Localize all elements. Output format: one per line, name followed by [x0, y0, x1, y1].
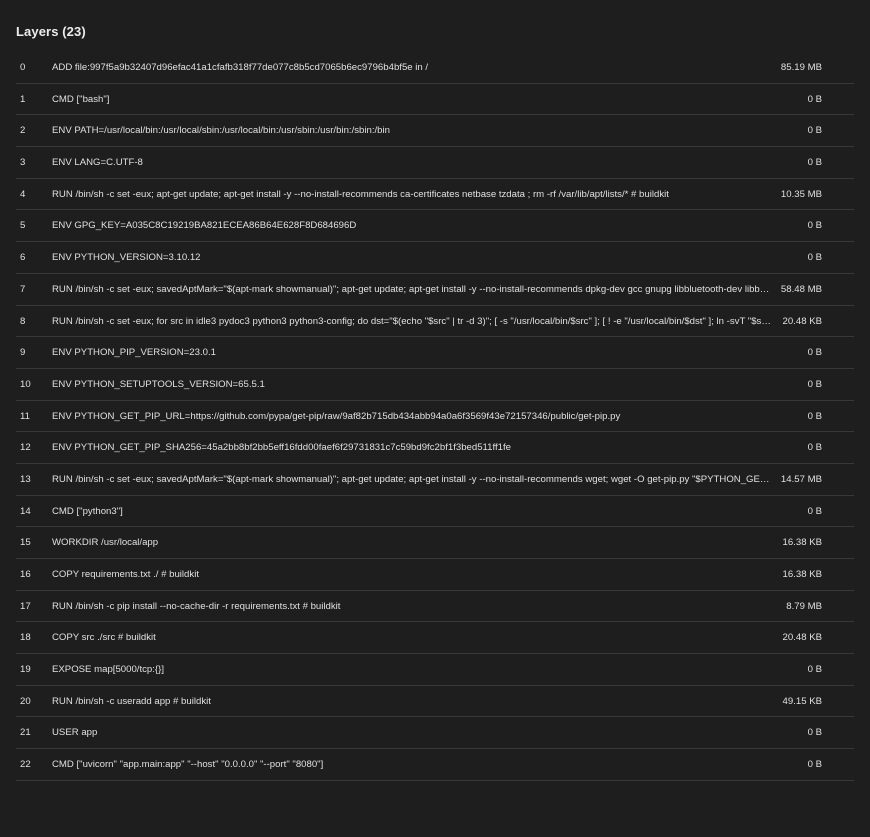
layer-row[interactable]: 12 ENV PYTHON_GET_PIP_SHA256=45a2bb8bf2bb… [16, 432, 854, 464]
layer-command: ENV LANG=C.UTF-8 [52, 157, 143, 169]
layer-index: 20 [20, 695, 31, 707]
layer-index: 1 [20, 93, 26, 105]
layer-row[interactable]: 5 ENV GPG_KEY=A035C8C19219BA821ECEA86B64E… [16, 210, 854, 243]
layer-command: ENV PYTHON_GET_PIP_URL=https://github.co… [52, 410, 621, 422]
layer-index: 12 [20, 442, 31, 454]
layer-index: 0 [20, 62, 26, 73]
layer-command: CMD ["python3"] [52, 505, 123, 517]
layer-row[interactable]: 18 COPY src ./src # buildkit 20.48 KB [16, 622, 854, 655]
layer-command: ENV PYTHON_SETUPTOOLS_VERSION=65.5.1 [52, 378, 265, 390]
layer-size: 0 B [807, 93, 822, 105]
layer-index: 6 [20, 252, 26, 264]
layer-command: RUN /bin/sh -c set -eux; for src in idle… [52, 315, 772, 327]
layer-size: 0 B [807, 252, 822, 264]
layer-command: ENV PYTHON_VERSION=3.10.12 [52, 252, 201, 264]
layer-row[interactable]: 10 ENV PYTHON_SETUPTOOLS_VERSION=65.5.1 0 … [16, 369, 854, 401]
layer-size: 0 B [807, 347, 822, 359]
layer-index: 18 [20, 632, 31, 644]
layer-row[interactable]: 15 WORKDIR /usr/local/app 16.38 KB [16, 527, 854, 559]
layer-command: ENV PATH=/usr/local/bin:/usr/local/sbin:… [52, 125, 390, 137]
layer-index: 8 [20, 315, 26, 327]
layers-table: 0 ADD file:997f5a9b32407d96efac41a1cfafb3… [16, 52, 854, 781]
layer-row[interactable]: 9 ENV PYTHON_PIP_VERSION=23.0.1 0 B [16, 337, 854, 369]
layer-row[interactable]: 7 RUN /bin/sh -c set -eux; savedAptMark="… [16, 274, 854, 306]
layer-size: 0 B [807, 664, 822, 676]
layer-command: RUN /bin/sh -c useradd app # buildkit [52, 695, 211, 707]
layer-size: 49.15 KB [782, 695, 822, 707]
layer-row[interactable]: 14 CMD ["python3"] 0 B [16, 496, 854, 528]
layer-command: ENV PYTHON_PIP_VERSION=23.0.1 [52, 347, 216, 359]
layer-size: 20.48 KB [782, 632, 822, 644]
layer-row[interactable]: 16 COPY requirements.txt ./ # buildkit 16.… [16, 559, 854, 591]
layer-size: 0 B [807, 727, 822, 739]
layer-size: 20.48 KB [782, 315, 822, 327]
layer-command: USER app [52, 727, 98, 739]
layer-size: 0 B [807, 157, 822, 169]
layer-command: RUN /bin/sh -c set -eux; savedAptMark="$… [52, 283, 772, 295]
layer-size: 0 B [807, 378, 822, 390]
layers-title: Layers (23) [16, 24, 86, 39]
layer-index: 21 [20, 727, 31, 739]
layer-index: 16 [20, 569, 31, 580]
layer-size: 16.38 KB [782, 537, 822, 549]
layer-command: RUN /bin/sh -c pip install --no-cache-di… [52, 600, 341, 612]
layer-command: CMD ["uvicorn" "app.main:app" "--host" "… [52, 759, 324, 771]
layer-size: 0 B [807, 505, 822, 517]
layer-size: 8.79 MB [786, 600, 822, 612]
layer-row[interactable]: 22 CMD ["uvicorn" "app.main:app" "--host"… [16, 749, 854, 781]
layer-index: 22 [20, 759, 31, 771]
layer-command: EXPOSE map[5000/tcp:{}] [52, 664, 164, 676]
layer-row[interactable]: 20 RUN /bin/sh -c useradd app # buildkit 4… [16, 686, 854, 718]
layer-index: 14 [20, 505, 31, 517]
layer-size: 0 B [807, 125, 822, 137]
layer-size: 0 B [807, 220, 822, 232]
layer-index: 7 [20, 283, 26, 295]
layer-row[interactable]: 17 RUN /bin/sh -c pip install --no-cache-… [16, 591, 854, 623]
layer-size: 85.19 MB [780, 62, 822, 73]
layer-row[interactable]: 21 USER app 0 B [16, 717, 854, 750]
layer-size: 10.35 MB [780, 188, 822, 200]
layer-row[interactable]: 13 RUN /bin/sh -c set -eux; savedAptMark=… [16, 464, 854, 496]
layer-index: 10 [20, 378, 31, 390]
layer-index: 11 [20, 410, 30, 422]
layer-size: 16.38 KB [782, 569, 822, 580]
layer-index: 17 [20, 600, 31, 612]
layer-row[interactable]: 11 ENV PYTHON_GET_PIP_URL=https://github.… [16, 401, 854, 433]
layer-command: ENV PYTHON_GET_PIP_SHA256=45a2bb8bf2bb5e… [52, 442, 511, 454]
layer-row[interactable]: 8 RUN /bin/sh -c set -eux; for src in idl… [16, 306, 854, 338]
layer-index: 2 [20, 125, 26, 137]
layer-size: 0 B [807, 410, 822, 422]
layer-size: 58.48 MB [780, 283, 822, 295]
layer-index: 15 [20, 537, 31, 549]
layer-command: COPY requirements.txt ./ # buildkit [52, 569, 199, 580]
layer-command: CMD ["bash"] [52, 93, 110, 105]
layer-command: WORKDIR /usr/local/app [52, 537, 159, 549]
layer-command: COPY src ./src # buildkit [52, 632, 156, 644]
layer-command: RUN /bin/sh -c set -eux; savedAptMark="$… [52, 473, 772, 485]
layer-index: 9 [20, 347, 26, 359]
layer-row[interactable]: 19 EXPOSE map[5000/tcp:{}] 0 B [16, 654, 854, 686]
layer-index: 5 [20, 220, 26, 232]
layer-row[interactable]: 4 RUN /bin/sh -c set -eux; apt-get update… [16, 179, 854, 211]
layer-size: 0 B [807, 759, 822, 771]
layer-row[interactable]: 3 ENV LANG=C.UTF-8 0 B [16, 147, 854, 179]
layer-row[interactable]: 1 CMD ["bash"] 0 B [16, 84, 854, 116]
layer-row[interactable]: 6 ENV PYTHON_VERSION=3.10.12 0 B [16, 242, 854, 274]
layer-size: 0 B [807, 442, 822, 454]
layer-index: 13 [20, 473, 31, 485]
layer-command: ENV GPG_KEY=A035C8C19219BA821ECEA86B64E6… [52, 220, 357, 232]
layer-command: ADD file:997f5a9b32407d96efac41a1cfafb31… [52, 62, 429, 73]
layer-index: 4 [20, 188, 26, 200]
layer-row[interactable]: 2 ENV PATH=/usr/local/bin:/usr/local/sbin… [16, 115, 854, 148]
layer-index: 3 [20, 157, 26, 169]
layer-command: RUN /bin/sh -c set -eux; apt-get update;… [52, 188, 669, 200]
layer-index: 19 [20, 664, 31, 676]
layer-row[interactable]: 0 ADD file:997f5a9b32407d96efac41a1cfafb3… [16, 52, 854, 84]
layer-size: 14.57 MB [780, 473, 822, 485]
